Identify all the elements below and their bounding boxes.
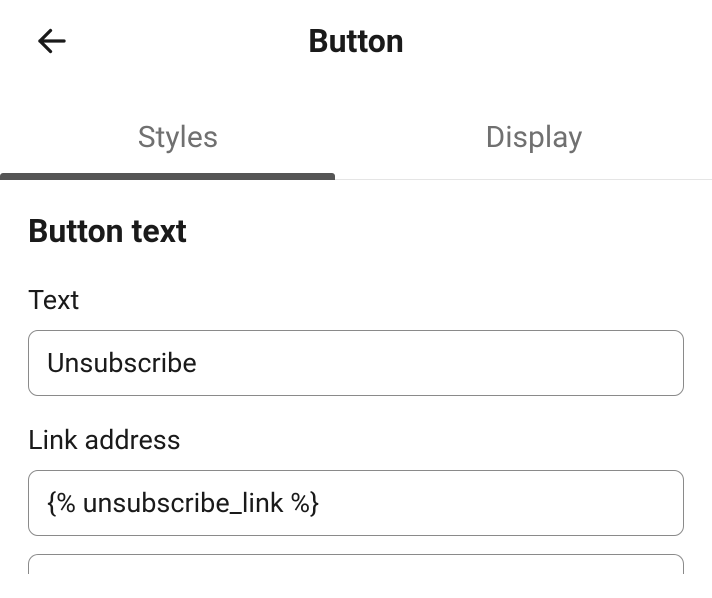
tab-display[interactable]: Display (356, 102, 712, 179)
header: Button (0, 0, 712, 78)
tab-styles[interactable]: Styles (0, 102, 356, 179)
content: Button text Text Link address (0, 180, 712, 574)
back-button[interactable] (34, 23, 70, 59)
page-title: Button (28, 22, 684, 60)
tabs: Styles Display (0, 102, 712, 180)
text-input[interactable] (28, 330, 684, 396)
arrow-left-icon (34, 23, 70, 59)
partial-input[interactable] (28, 554, 684, 574)
section-title: Button text (28, 212, 684, 250)
text-field-label: Text (28, 284, 684, 316)
link-address-input[interactable] (28, 470, 684, 536)
link-field-label: Link address (28, 424, 684, 456)
